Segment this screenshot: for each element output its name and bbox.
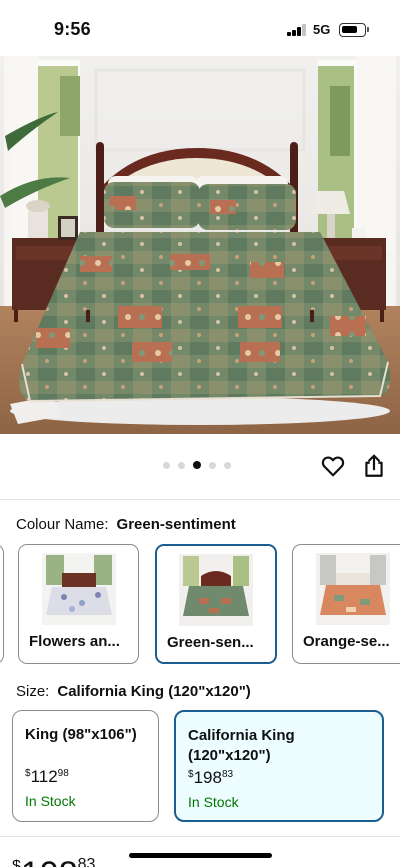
swatch-thumbnail: [316, 553, 390, 625]
divider: [0, 836, 400, 837]
colour-swatch-label: Flowers an...: [29, 633, 120, 650]
swatch-thumbnail: [179, 554, 253, 626]
stock-status: In Stock: [25, 793, 76, 809]
size-option-name: California King (120"x120"): [188, 727, 295, 764]
size-label: Size:: [16, 683, 50, 700]
product-image[interactable]: [0, 56, 400, 434]
carousel-dot[interactable]: [224, 461, 231, 469]
carousel-dot-active[interactable]: [193, 461, 201, 469]
colour-swatches: Flowers an... Green-sen... Orange-se...: [0, 544, 400, 664]
colour-swatch-flowers[interactable]: Flowers an...: [18, 544, 139, 664]
size-row: Size: California King (120"x120"): [16, 683, 251, 700]
colour-swatch-partial[interactable]: [0, 544, 4, 664]
heart-icon[interactable]: [320, 453, 346, 479]
battery-icon: [339, 23, 366, 37]
size-option-price: $19883: [188, 768, 234, 787]
carousel-dot[interactable]: [163, 461, 170, 469]
divider: [0, 499, 400, 500]
share-icon[interactable]: [361, 453, 387, 479]
home-indicator[interactable]: [129, 853, 272, 858]
carousel-dots: [163, 461, 231, 469]
signal-icon: [287, 24, 306, 36]
bottom-price: $19883: [12, 856, 96, 867]
network-label: 5G: [313, 22, 331, 37]
colour-swatch-green-sentiment[interactable]: Green-sen...: [155, 544, 277, 664]
status-time: 9:56: [54, 19, 91, 39]
colour-swatch-label: Orange-se...: [303, 633, 390, 650]
size-selected-value: California King (120"x120"): [57, 683, 251, 700]
swatch-thumbnail: [41, 553, 116, 625]
carousel-dot[interactable]: [209, 461, 216, 469]
colour-selected-value: Green-sentiment: [116, 516, 236, 533]
size-option-price: $11298: [25, 767, 69, 786]
carousel-dot[interactable]: [178, 461, 185, 469]
colour-swatch-orange[interactable]: Orange-se...: [292, 544, 400, 664]
size-option-california-king[interactable]: California King (120"x120") $19883 In St…: [174, 710, 384, 822]
size-option-king[interactable]: King (98"x106") $11298 In Stock: [12, 710, 159, 822]
colour-label: Colour Name:: [16, 516, 109, 533]
status-bar: 9:56 5G: [0, 0, 400, 56]
size-option-name: King (98"x106"): [25, 726, 137, 743]
stock-status: In Stock: [188, 794, 239, 810]
colour-swatch-label: Green-sen...: [167, 634, 254, 651]
colour-name-row: Colour Name: Green-sentiment: [16, 516, 236, 533]
